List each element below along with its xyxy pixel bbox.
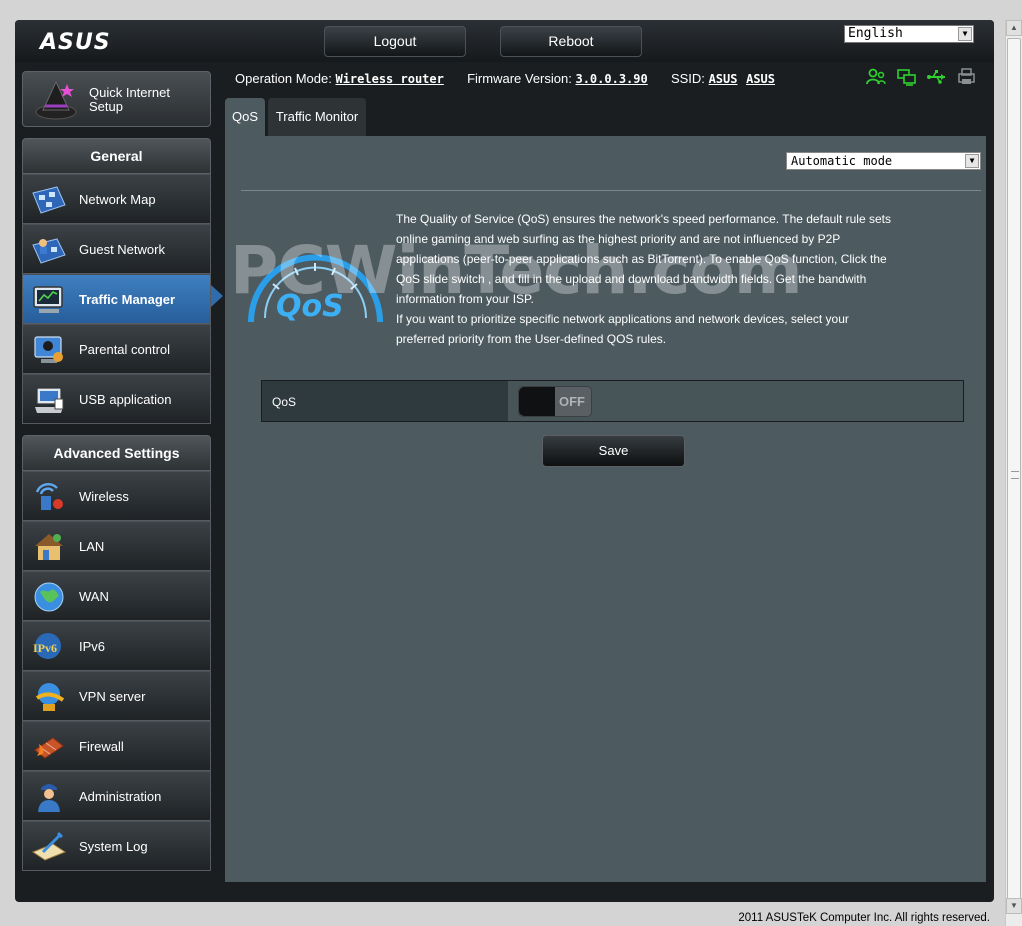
sidebar-item-firewall[interactable]: Firewall <box>22 721 211 771</box>
toggle-state-label: OFF <box>559 394 585 409</box>
network-map-icon <box>32 186 66 214</box>
chevron-down-icon: ▼ <box>965 154 979 168</box>
nav-label: IPv6 <box>79 639 106 654</box>
qos-mode-select[interactable]: Automatic mode ▼ <box>786 152 981 170</box>
ssid-link-2[interactable]: ASUS <box>746 72 775 86</box>
sidebar-item-usb-application[interactable]: USB application <box>22 374 211 424</box>
clients-icon[interactable] <box>866 68 886 86</box>
sidebar-item-ipv6[interactable]: IPv6 IPv6 <box>22 621 211 671</box>
chevron-down-icon: ▼ <box>958 27 972 41</box>
ipv6-icon: IPv6 <box>33 633 61 659</box>
lan-icon <box>35 534 63 560</box>
sidebar-item-parental-control[interactable]: Parental control <box>22 324 211 374</box>
quick-setup-label: Quick Internet Setup <box>89 85 170 114</box>
nav-label: Parental control <box>79 342 171 357</box>
sidebar-item-lan[interactable]: LAN <box>22 521 211 571</box>
copyright-footer: 2011 ASUSTeK Computer Inc. All rights re… <box>738 912 990 924</box>
language-select[interactable]: English ▼ <box>844 25 974 43</box>
language-value: English <box>848 26 903 41</box>
advanced-settings-header: Advanced Settings <box>22 435 211 471</box>
divider <box>241 190 981 191</box>
nav-label: USB application <box>79 392 172 407</box>
save-button[interactable]: Save <box>542 435 685 467</box>
reboot-button[interactable]: Reboot <box>500 26 642 57</box>
qos-toggle-switch[interactable]: OFF <box>518 386 592 417</box>
qos-row-label: QoS <box>262 381 508 421</box>
sidebar-item-vpn-server[interactable]: VPN server <box>22 671 211 721</box>
usb-application-icon <box>35 387 64 413</box>
scrollbar-thumb[interactable] <box>1007 38 1021 906</box>
firmware-link[interactable]: 3.0.0.3.90 <box>575 72 647 86</box>
sidebar-item-guest-network[interactable]: Guest Network <box>22 224 211 274</box>
tab-traffic-monitor[interactable]: Traffic Monitor <box>268 98 366 136</box>
page-scrollbar[interactable]: ▲ ▼ <box>1005 20 1022 926</box>
guest-network-icon <box>32 238 66 264</box>
vpn-server-icon <box>35 683 65 711</box>
general-header: General <box>22 138 211 174</box>
sidebar-item-network-map[interactable]: Network Map <box>22 174 211 224</box>
qos-description: The Quality of Service (QoS) ensures the… <box>396 209 896 349</box>
usb-icon[interactable] <box>927 68 947 86</box>
sidebar-item-system-log[interactable]: System Log <box>22 821 211 871</box>
nav-label: Firewall <box>79 739 124 754</box>
toggle-knob <box>519 387 555 416</box>
qos-row-value: OFF <box>508 381 963 421</box>
qos-mode-value: Automatic mode <box>791 154 893 168</box>
sidebar-item-traffic-manager[interactable]: Traffic Manager <box>22 274 211 324</box>
nav-label: VPN server <box>79 689 146 704</box>
asus-logo: ASUS <box>40 30 111 55</box>
printer-icon[interactable] <box>957 68 977 86</box>
nav-label: WAN <box>79 589 109 604</box>
svg-text:IPv6: IPv6 <box>33 641 57 655</box>
nav-label: Administration <box>79 789 162 804</box>
wireless-icon <box>35 482 63 510</box>
qos-setting-row: QoS OFF <box>261 380 964 422</box>
system-log-icon <box>31 832 67 861</box>
tab-qos[interactable]: QoS <box>225 98 265 136</box>
firmware-label: Firmware Version: <box>467 71 572 86</box>
nav-label: Traffic Manager <box>79 292 176 307</box>
operation-mode-link[interactable]: Wireless router <box>335 72 443 86</box>
administration-icon <box>38 784 60 812</box>
status-line: Operation Mode: Wireless router Firmware… <box>235 71 775 86</box>
description-paragraph-1: The Quality of Service (QoS) ensures the… <box>396 212 891 306</box>
traffic-manager-icon <box>33 286 63 313</box>
nav-label: System Log <box>79 839 148 854</box>
nav-label: LAN <box>79 539 105 554</box>
parental-control-icon <box>34 336 63 363</box>
sidebar-item-administration[interactable]: Administration <box>22 771 211 821</box>
active-item-pointer <box>211 285 223 307</box>
operation-mode-label: Operation Mode: <box>235 71 332 86</box>
scroll-down-icon[interactable]: ▼ <box>1006 898 1022 914</box>
sidebar-item-wireless[interactable]: Wireless <box>22 471 211 521</box>
nav-label: Network Map <box>79 192 156 207</box>
nav-label: Guest Network <box>79 242 165 257</box>
wan-icon <box>34 582 64 612</box>
wizard-hat-icon <box>35 80 77 120</box>
quick-internet-setup-button[interactable]: Quick Internet Setup <box>22 71 211 127</box>
description-paragraph-2: If you want to prioritize specific netwo… <box>396 312 849 346</box>
logout-button[interactable]: Logout <box>324 26 466 57</box>
scroll-up-icon[interactable]: ▲ <box>1006 20 1022 36</box>
firewall-icon <box>34 737 64 759</box>
sidebar-item-wan[interactable]: WAN <box>22 571 211 621</box>
ssid-link-1[interactable]: ASUS <box>709 72 738 86</box>
ssid-label: SSID: <box>670 71 705 86</box>
nav-label: Wireless <box>79 489 129 504</box>
network-icon[interactable] <box>897 68 917 86</box>
